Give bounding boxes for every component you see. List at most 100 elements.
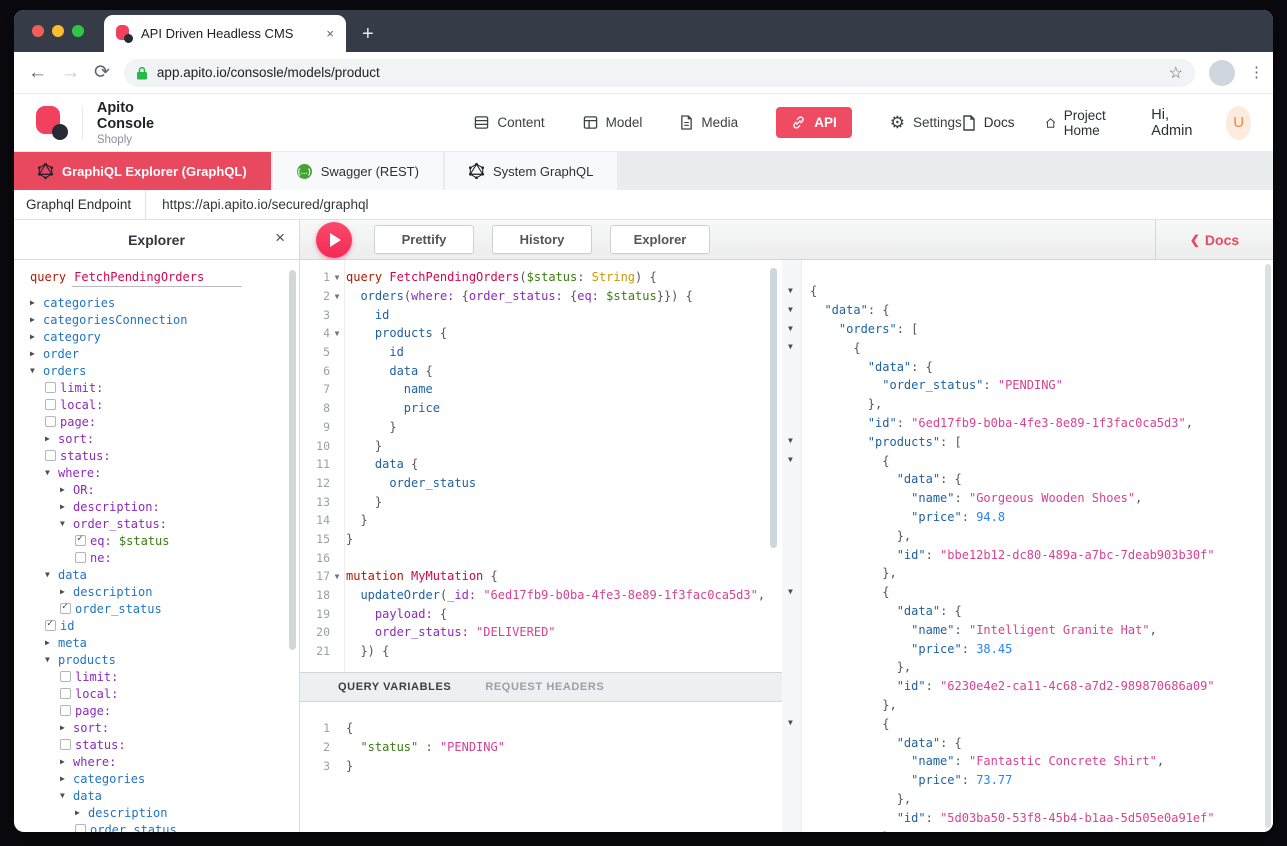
- expand-icon[interactable]: ▶: [60, 774, 73, 783]
- history-button[interactable]: History: [492, 225, 592, 254]
- tree-item-order[interactable]: ▶ order: [30, 345, 299, 362]
- checkbox-unchecked[interactable]: [60, 671, 71, 682]
- editor-scrollbar[interactable]: [770, 268, 777, 548]
- tree-item-OR[interactable]: ▶ OR:: [30, 481, 299, 498]
- editor-line[interactable]: 10 }: [300, 436, 782, 455]
- expand-icon[interactable]: ▶: [60, 587, 73, 596]
- reload-icon[interactable]: ⟳: [94, 63, 110, 82]
- checkbox-unchecked[interactable]: [45, 450, 56, 461]
- checkbox-unchecked[interactable]: [60, 688, 71, 699]
- expand-icon[interactable]: ▶: [30, 315, 43, 324]
- editor-line[interactable]: 6 data {: [300, 361, 782, 380]
- checkbox-checked[interactable]: [75, 533, 86, 546]
- url-field[interactable]: app.apito.io/consosle/models/product ☆: [123, 58, 1195, 87]
- tree-item-category[interactable]: ▶ category: [30, 328, 299, 345]
- project-home-link[interactable]: Project Home: [1045, 108, 1122, 138]
- editor-line[interactable]: 17 ▼ mutation MyMutation {: [300, 567, 782, 586]
- editor-line[interactable]: 21 }) {: [300, 642, 782, 661]
- sidebar-scrollbar[interactable]: [289, 270, 296, 650]
- query-name-input[interactable]: FetchPendingOrders: [72, 270, 243, 287]
- tree-item-status[interactable]: status:: [30, 736, 299, 753]
- tree-item-local[interactable]: local:: [30, 685, 299, 702]
- fold-icon[interactable]: ▼: [330, 572, 344, 581]
- expand-icon[interactable]: ▶: [30, 349, 43, 358]
- expand-icon[interactable]: ▶: [30, 298, 43, 307]
- nav-item-settings[interactable]: ⚙ Settings: [890, 114, 962, 131]
- close-tab-icon[interactable]: ×: [326, 26, 334, 41]
- expand-icon[interactable]: ▶: [45, 638, 58, 647]
- expand-icon[interactable]: ▶: [75, 808, 88, 817]
- tree-item-products[interactable]: ▼ products: [30, 651, 299, 668]
- checkbox-checked[interactable]: [45, 618, 56, 631]
- collapse-icon[interactable]: ▼: [788, 436, 793, 445]
- fold-icon[interactable]: ▼: [330, 292, 344, 301]
- tab-request-headers[interactable]: REQUEST HEADERS: [485, 681, 604, 693]
- variables-line[interactable]: 2 "status" : "PENDING": [300, 737, 782, 756]
- tree-item-order_status[interactable]: order_status: [30, 600, 299, 617]
- new-tab-button[interactable]: +: [362, 23, 374, 52]
- tree-item-limit[interactable]: limit:: [30, 379, 299, 396]
- tree-item-where[interactable]: ▶ where:: [30, 753, 299, 770]
- editor-line[interactable]: 1 ▼ query FetchPendingOrders($status: Stri…: [300, 268, 782, 287]
- checkbox-unchecked[interactable]: [45, 399, 56, 410]
- forward-icon[interactable]: →: [61, 63, 80, 82]
- docs-link[interactable]: Docs: [962, 114, 1015, 131]
- collapse-icon[interactable]: ▼: [60, 791, 73, 800]
- bookmark-star-icon[interactable]: ☆: [1169, 63, 1183, 83]
- variables-line[interactable]: 1{: [300, 718, 782, 737]
- close-explorer-icon[interactable]: ×: [275, 228, 285, 248]
- variables-editor[interactable]: 1{2 "status" : "PENDING" 3}: [300, 702, 782, 832]
- tree-item-meta[interactable]: ▶ meta: [30, 634, 299, 651]
- prettify-button[interactable]: Prettify: [374, 225, 474, 254]
- editor-line[interactable]: 5 id: [300, 343, 782, 362]
- tree-item-sort[interactable]: ▶ sort:: [30, 430, 299, 447]
- tree-item-order_status[interactable]: ▼ order_status:: [30, 515, 299, 532]
- editor-line[interactable]: 15}: [300, 530, 782, 549]
- tree-item-page[interactable]: page:: [30, 413, 299, 430]
- editor-line[interactable]: 12 order_status: [300, 474, 782, 493]
- collapse-icon[interactable]: ▼: [45, 570, 58, 579]
- tree-item-local[interactable]: local:: [30, 396, 299, 413]
- tree-item-id[interactable]: id: [30, 617, 299, 634]
- response-scrollbar[interactable]: [1265, 264, 1271, 828]
- tree-item-sort[interactable]: ▶ sort:: [30, 719, 299, 736]
- minimize-window-button[interactable]: [52, 25, 64, 37]
- tree-item-limit[interactable]: limit:: [30, 668, 299, 685]
- editor-line[interactable]: 11 data {: [300, 455, 782, 474]
- checkbox-unchecked[interactable]: [75, 824, 86, 832]
- checkbox-unchecked[interactable]: [45, 382, 56, 393]
- fold-icon[interactable]: ▼: [330, 329, 344, 338]
- expand-icon[interactable]: ▶: [60, 502, 73, 511]
- tree-item-categoriesConnection[interactable]: ▶ categoriesConnection: [30, 311, 299, 328]
- editor-line[interactable]: 9 }: [300, 418, 782, 437]
- tree-item-page[interactable]: page:: [30, 702, 299, 719]
- maximize-window-button[interactable]: [72, 25, 84, 37]
- expand-icon[interactable]: ▶: [30, 332, 43, 341]
- expand-icon[interactable]: ▶: [45, 434, 58, 443]
- collapse-icon[interactable]: ▼: [788, 455, 793, 464]
- browser-profile-avatar[interactable]: [1209, 59, 1235, 86]
- editor-line[interactable]: 7 name: [300, 380, 782, 399]
- tree-item-data[interactable]: ▼ data: [30, 566, 299, 583]
- collapse-icon[interactable]: ▼: [788, 286, 793, 295]
- variables-line[interactable]: 3}: [300, 756, 782, 775]
- tree-item-description[interactable]: ▶ description: [30, 804, 299, 821]
- tree-item-orders[interactable]: ▼ orders: [30, 362, 299, 379]
- expand-icon[interactable]: ▶: [60, 757, 73, 766]
- checkbox-unchecked[interactable]: [75, 552, 86, 563]
- tree-item-categories[interactable]: ▶ categories: [30, 294, 299, 311]
- tree-item-description[interactable]: ▶ description: [30, 583, 299, 600]
- close-window-button[interactable]: [32, 25, 44, 37]
- docs-toggle[interactable]: ❮ Docs: [1155, 220, 1273, 259]
- checkbox-checked[interactable]: [60, 601, 71, 614]
- collapse-icon[interactable]: ▼: [30, 366, 43, 375]
- nav-item-content[interactable]: Content: [474, 115, 545, 130]
- nav-item-api[interactable]: API: [776, 107, 852, 138]
- collapse-icon[interactable]: ▼: [45, 655, 58, 664]
- user-avatar[interactable]: U: [1226, 105, 1252, 140]
- back-icon[interactable]: ←: [28, 63, 47, 82]
- checkbox-unchecked[interactable]: [60, 739, 71, 750]
- browser-menu-icon[interactable]: ⋮: [1249, 65, 1264, 80]
- endpoint-url[interactable]: https://api.apito.io/secured/graphql: [146, 197, 368, 212]
- collapse-icon[interactable]: ▼: [788, 718, 793, 727]
